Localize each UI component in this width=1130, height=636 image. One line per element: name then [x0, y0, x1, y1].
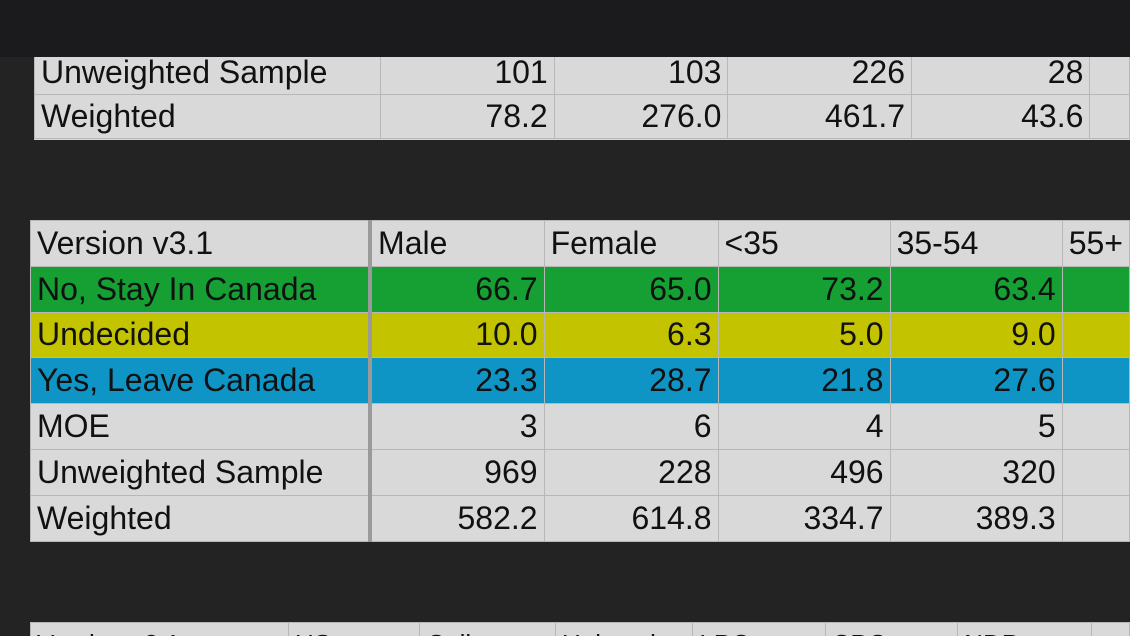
value-cell[interactable]: 23.3 [368, 357, 545, 405]
column-header-cell[interactable]: Male [368, 220, 545, 267]
value-cell[interactable]: 496 [717, 448, 891, 496]
value-cell[interactable]: 320 [889, 448, 1063, 496]
value-cell[interactable]: 969 [368, 448, 545, 496]
table-row: Weighted 582.2 614.8 334.7 389.3 [30, 494, 1130, 542]
row-label-cell[interactable]: Undecided [30, 311, 371, 359]
value-cell[interactable]: 78.2 [380, 94, 555, 139]
row-label-cell[interactable]: Unweighted Sample [30, 448, 371, 496]
value-cell[interactable]: 21.8 [717, 357, 891, 405]
value-cell[interactable]: 4 [717, 403, 891, 450]
top-dark-band [0, 0, 1130, 57]
column-header-cell[interactable]: Female [543, 220, 719, 267]
value-cell[interactable]: 461.7 [727, 94, 912, 139]
results-table-1: Unweighted Sample 101 103 226 28 Weighted 78.2… [34, 57, 1130, 140]
value-cell[interactable] [1061, 357, 1130, 405]
row-label-cell[interactable]: MOE [30, 403, 371, 450]
value-cell[interactable]: 582.2 [368, 494, 545, 542]
value-cell[interactable] [1061, 403, 1130, 450]
row-label-cell[interactable]: No, Stay In Canada [30, 265, 371, 313]
value-cell[interactable]: 5 [889, 403, 1063, 450]
row-label-cell[interactable]: Weighted [30, 494, 371, 542]
value-cell[interactable] [1089, 94, 1130, 139]
table-row: No, Stay In Canada 66.7 65.0 73.2 63.4 [30, 265, 1130, 313]
value-cell[interactable] [1061, 265, 1130, 313]
results-table-3: Version v3.1USCollegeUniversityLPCCPCNDP [30, 622, 1130, 636]
value-cell[interactable] [1061, 311, 1130, 359]
table-row: Yes, Leave Canada 23.3 28.7 21.8 27.6 [30, 357, 1130, 405]
value-cell[interactable]: 6.3 [543, 311, 719, 359]
value-cell[interactable]: 103 [553, 57, 729, 95]
value-cell[interactable]: 6 [543, 403, 719, 450]
column-header-cell[interactable] [1090, 622, 1130, 636]
header-row: Version v3.1USCollegeUniversityLPCCPCNDP [30, 622, 1130, 636]
row-label-cell[interactable]: Unweighted Sample [34, 57, 382, 95]
column-header-cell[interactable]: 55+ [1061, 220, 1130, 267]
value-cell[interactable]: 73.2 [717, 265, 891, 313]
table-row: Unweighted Sample 101 103 226 28 [34, 57, 1130, 95]
value-cell[interactable]: 5.0 [717, 311, 891, 359]
column-header-cell[interactable]: CPC [824, 622, 959, 636]
table-row: MOE 3 6 4 5 [30, 403, 1130, 450]
table-row: Undecided 10.0 6.3 5.0 9.0 [30, 311, 1130, 359]
column-header-cell[interactable]: College [419, 622, 557, 636]
value-cell[interactable]: 228 [543, 448, 719, 496]
value-cell[interactable] [1061, 494, 1130, 542]
column-header-cell[interactable]: LPC [692, 622, 826, 636]
value-cell[interactable]: 3 [368, 403, 545, 450]
value-cell[interactable]: 101 [380, 57, 555, 95]
results-table-2: Version v3.1 Male Female <35 35-54 55+ No, St… [30, 220, 1130, 542]
value-cell[interactable]: 276.0 [553, 94, 729, 139]
value-cell[interactable]: 614.8 [543, 494, 719, 542]
column-header-cell[interactable]: NDP [957, 622, 1092, 636]
value-cell[interactable]: 9.0 [889, 311, 1063, 359]
row-label-cell[interactable]: Weighted [34, 94, 382, 139]
value-cell[interactable]: 226 [727, 57, 912, 95]
column-header-cell[interactable]: Version v3.1 [30, 622, 290, 636]
column-header-cell[interactable]: US [288, 622, 421, 636]
header-row: Version v3.1 Male Female <35 35-54 55+ [30, 220, 1130, 267]
value-cell[interactable]: 65.0 [543, 265, 719, 313]
value-cell[interactable] [1089, 57, 1130, 95]
version-header-cell[interactable]: Version v3.1 [30, 220, 371, 267]
column-header-cell[interactable]: University [555, 622, 694, 636]
column-header-cell[interactable]: 35-54 [889, 220, 1063, 267]
value-cell[interactable]: 43.6 [910, 94, 1091, 139]
value-cell[interactable]: 28.7 [543, 357, 719, 405]
value-cell[interactable]: 66.7 [368, 265, 545, 313]
value-cell[interactable]: 10.0 [368, 311, 545, 359]
value-cell[interactable]: 27.6 [889, 357, 1063, 405]
table-row: Unweighted Sample 969 228 496 320 [30, 448, 1130, 496]
value-cell[interactable] [1061, 448, 1130, 496]
value-cell[interactable]: 63.4 [889, 265, 1063, 313]
table-row: Weighted 78.2 276.0 461.7 43.6 [34, 94, 1130, 139]
value-cell[interactable]: 334.7 [717, 494, 891, 542]
value-cell[interactable]: 389.3 [889, 494, 1063, 542]
row-label-cell[interactable]: Yes, Leave Canada [30, 357, 371, 405]
value-cell[interactable]: 28 [910, 57, 1091, 95]
column-header-cell[interactable]: <35 [717, 220, 891, 267]
